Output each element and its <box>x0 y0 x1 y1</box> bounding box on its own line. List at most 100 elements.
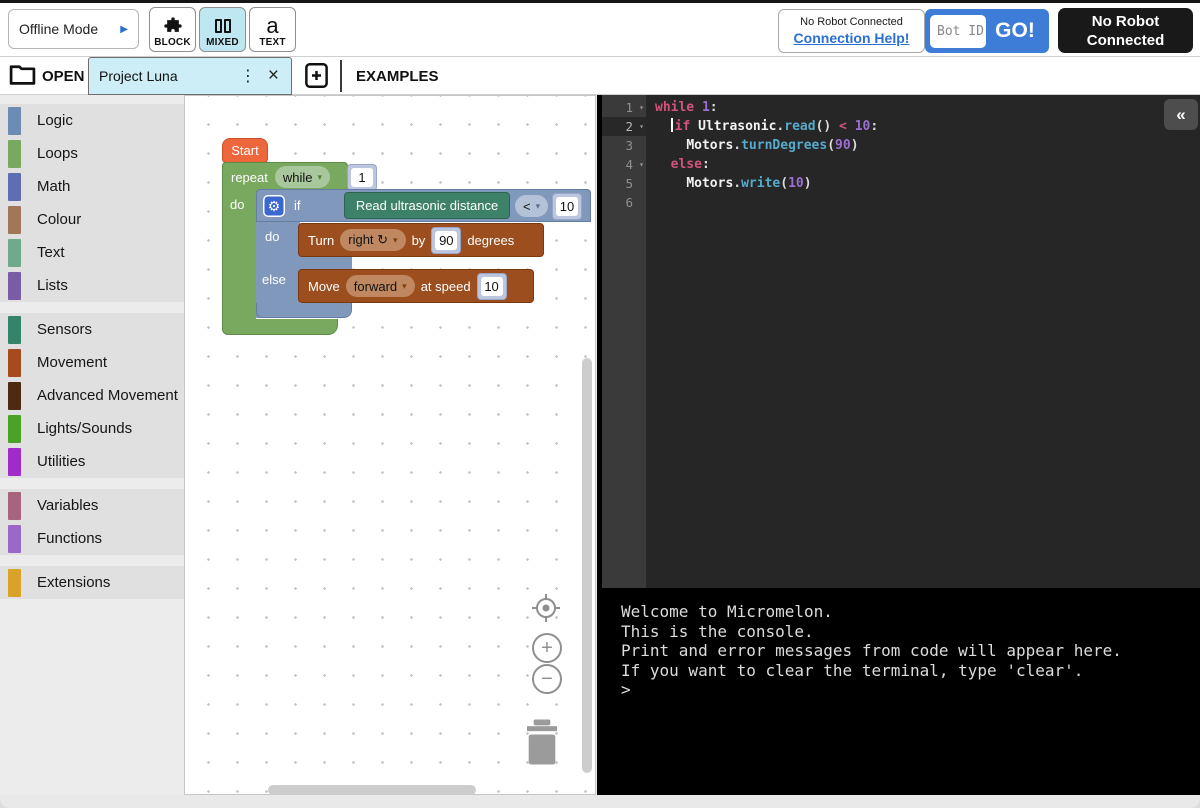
repeat-while-block[interactable]: repeat while ▾ <box>222 162 348 192</box>
editor-line[interactable]: 2▾ if Ultrasonic.read() < 10: <box>602 117 1200 136</box>
fold-arrow-icon[interactable]: ▾ <box>639 98 644 117</box>
category-group-gap <box>0 302 184 313</box>
category-sensors[interactable]: Sensors <box>0 313 184 346</box>
category-advanced-movement[interactable]: Advanced Movement <box>0 379 184 412</box>
block-mode-button[interactable]: BLOCK <box>149 7 196 52</box>
category-color-bar <box>8 525 21 553</box>
move-direction-value: forward <box>354 279 397 294</box>
top-toolbar: Offline Mode ▶ BLOCK MIXED a TEXT No Rob… <box>0 0 1200 57</box>
repeat-condition-field[interactable]: 1 <box>347 164 377 191</box>
category-text[interactable]: Text <box>0 236 184 269</box>
tab-close-icon[interactable]: × <box>262 65 281 87</box>
category-label: Advanced Movement <box>37 387 178 404</box>
category-variables[interactable]: Variables <box>0 489 184 522</box>
if-compare-field[interactable]: 10 <box>552 193 582 220</box>
category-math[interactable]: Math <box>0 170 184 203</box>
category-lists[interactable]: Lists <box>0 269 184 302</box>
recenter-button[interactable] <box>529 591 563 630</box>
tab-title: Project Luna <box>99 68 234 84</box>
editor-line[interactable]: 1▾while 1: <box>602 98 1200 117</box>
connection-mode-select[interactable]: Offline Mode ▶ <box>8 9 139 49</box>
collapse-editor-button[interactable]: « <box>1164 99 1198 130</box>
fold-arrow-icon[interactable]: ▾ <box>639 117 644 136</box>
view-mode-group: BLOCK MIXED a TEXT <box>149 7 296 52</box>
code-editor[interactable]: 1▾while 1:2▾ if Ultrasonic.read() < 10:3… <box>602 95 1200 588</box>
trash-icon[interactable] <box>522 718 562 771</box>
bot-id-input[interactable] <box>930 15 986 48</box>
code-text: while 1: <box>646 98 718 117</box>
category-color-bar <box>8 382 21 410</box>
connection-mode-label: Offline Mode <box>19 21 120 37</box>
category-color-bar <box>8 316 21 344</box>
folder-icon <box>9 62 36 91</box>
line-number[interactable]: 4▾ <box>602 155 646 174</box>
category-label: Sensors <box>37 321 92 338</box>
category-label: Text <box>37 244 65 261</box>
mixed-mode-button[interactable]: MIXED <box>199 7 246 52</box>
repeat-block-foot[interactable] <box>222 319 338 335</box>
category-extensions[interactable]: Extensions <box>0 566 184 599</box>
while-dropdown-value: while <box>283 170 313 185</box>
block-canvas[interactable]: Start repeat while ▾ 1 do ⚙ if Read ultr… <box>184 95 596 795</box>
category-movement[interactable]: Movement <box>0 346 184 379</box>
category-color-bar <box>8 173 21 201</box>
new-tab-button[interactable] <box>303 62 330 94</box>
line-number[interactable]: 2▾ <box>602 117 646 136</box>
turn-degrees-block[interactable]: Turn right ↻ ▾ by 90 degrees <box>298 223 544 257</box>
zoom-in-button[interactable]: + <box>532 633 562 663</box>
category-color-bar <box>8 415 21 443</box>
code-text: Motors.write(10) <box>646 174 812 193</box>
category-color-bar <box>8 569 21 597</box>
if-block[interactable]: ⚙ if Read ultrasonic distance < ▾ 10 <box>256 189 591 222</box>
category-color-bar <box>8 107 21 135</box>
turn-degrees-field[interactable]: 90 <box>431 227 461 254</box>
editor-line[interactable]: 6 <box>602 193 1200 212</box>
line-number[interactable]: 1▾ <box>602 98 646 117</box>
go-button[interactable]: GO! <box>986 19 1044 43</box>
category-label: Lists <box>37 277 68 294</box>
editor-line[interactable]: 3 Motors.turnDegrees(90) <box>602 136 1200 155</box>
category-colour[interactable]: Colour <box>0 203 184 236</box>
code-text: if Ultrasonic.read() < 10: <box>646 117 878 136</box>
comparison-dropdown[interactable]: < ▾ <box>515 195 548 217</box>
editor-line[interactable]: 5 Motors.write(10) <box>602 174 1200 193</box>
fold-arrow-icon[interactable]: ▾ <box>639 155 644 174</box>
line-number[interactable]: 5 <box>602 174 646 193</box>
gear-icon[interactable]: ⚙ <box>263 195 285 217</box>
category-lights-sounds[interactable]: Lights/Sounds <box>0 412 184 445</box>
zoom-out-button[interactable]: − <box>532 664 562 694</box>
text-a-icon: a <box>266 14 278 37</box>
open-label: OPEN <box>42 68 85 85</box>
category-label: Extensions <box>37 574 110 591</box>
tab-menu-icon[interactable]: ⋮ <box>234 66 262 86</box>
repeat-do-label: do <box>230 197 244 212</box>
category-functions[interactable]: Functions <box>0 522 184 555</box>
tab-toolbar: OPEN Project Luna ⋮ × EXAMPLES <box>0 57 1200 95</box>
category-color-bar <box>8 492 21 520</box>
open-button[interactable]: OPEN <box>9 62 85 91</box>
ultrasonic-sensor-block[interactable]: Read ultrasonic distance <box>344 192 510 219</box>
line-number[interactable]: 3 <box>602 136 646 155</box>
start-block[interactable]: Start <box>222 138 268 163</box>
while-dropdown[interactable]: while ▾ <box>275 166 330 188</box>
console-terminal[interactable]: Welcome to Micromelon.This is the consol… <box>597 588 1200 795</box>
chevron-down-icon: ▾ <box>536 201 541 212</box>
move-speed-block[interactable]: Move forward ▾ at speed 10 <box>298 269 534 303</box>
canvas-vertical-scrollbar[interactable] <box>582 358 592 773</box>
text-mode-button[interactable]: a TEXT <box>249 7 296 52</box>
move-direction-dropdown[interactable]: forward ▾ <box>346 275 415 297</box>
editor-line[interactable]: 4▾ else: <box>602 155 1200 174</box>
line-number[interactable]: 6 <box>602 193 646 212</box>
if-block-foot[interactable] <box>256 303 352 318</box>
examples-button[interactable]: EXAMPLES <box>356 68 439 85</box>
turn-direction-dropdown[interactable]: right ↻ ▾ <box>340 229 405 251</box>
category-group-gap <box>0 478 184 489</box>
category-utilities[interactable]: Utilities <box>0 445 184 478</box>
tab-project-luna[interactable]: Project Luna ⋮ × <box>88 57 292 95</box>
if-do-label: do <box>265 229 279 244</box>
canvas-horizontal-scrollbar[interactable] <box>268 785 476 795</box>
move-speed-field[interactable]: 10 <box>477 273 507 300</box>
category-loops[interactable]: Loops <box>0 137 184 170</box>
category-logic[interactable]: Logic <box>0 104 184 137</box>
connection-help-link[interactable]: Connection Help! <box>794 30 910 46</box>
